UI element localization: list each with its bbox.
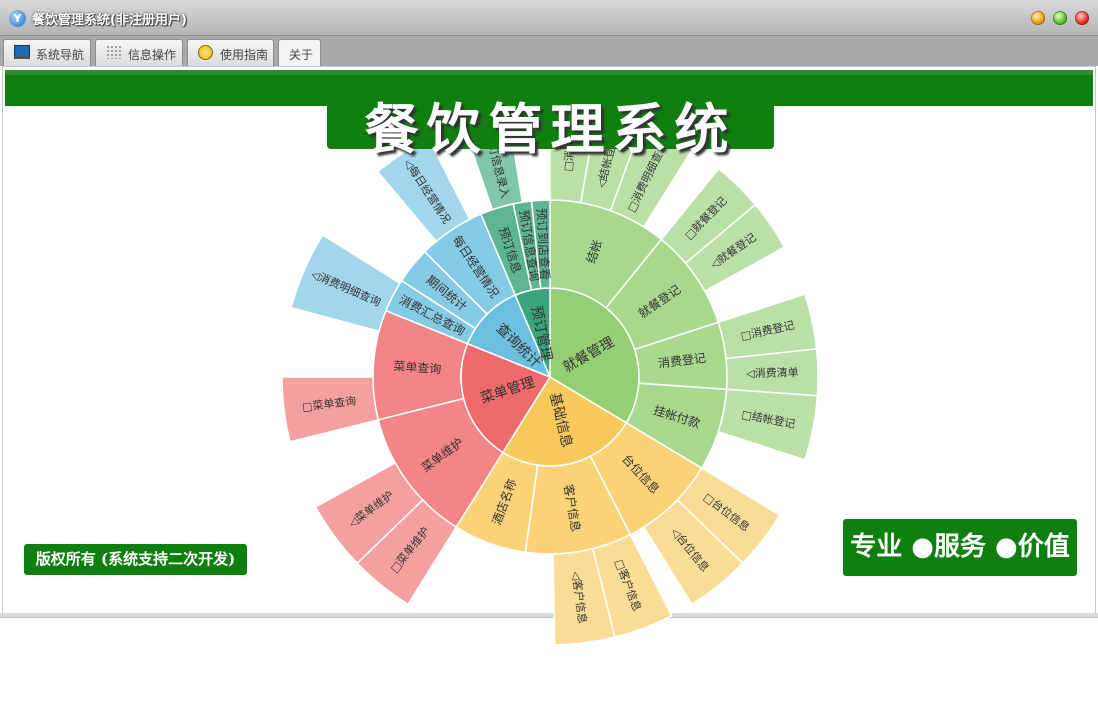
copyright-badge: 版权所有 (系统支持二次开发) bbox=[24, 544, 247, 575]
title-panel: 餐饮管理系统 bbox=[327, 79, 774, 161]
page-title: 餐饮管理系统 bbox=[364, 98, 737, 161]
slogan-badge: 专业 ●服务 ●价值 bbox=[843, 519, 1077, 576]
sunburst-label: ◁消费清单 bbox=[746, 365, 799, 380]
